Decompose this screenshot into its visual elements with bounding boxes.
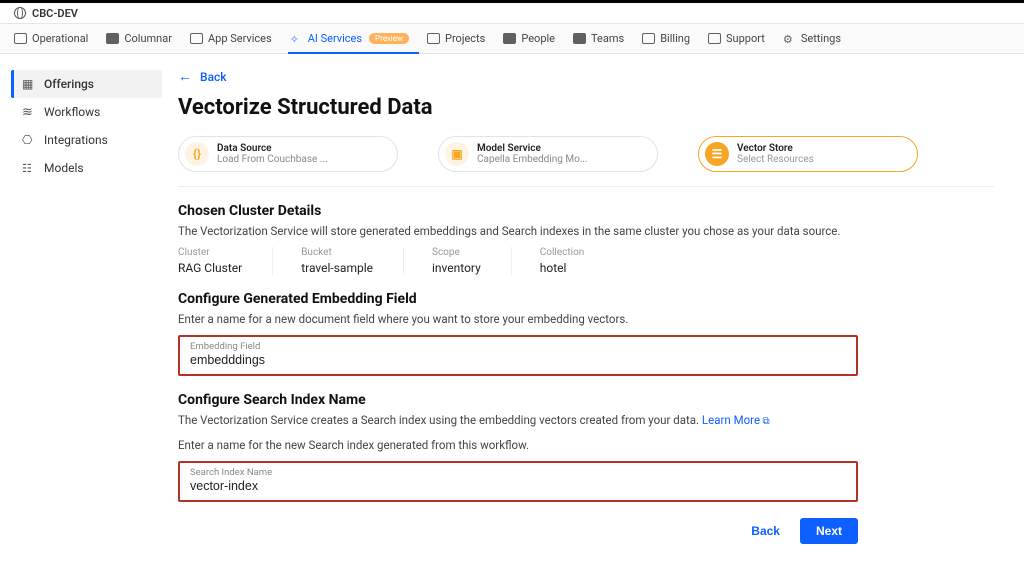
nav-billing[interactable]: Billing — [642, 24, 690, 53]
cluster-value: inventory — [432, 261, 481, 275]
search-index-input[interactable] — [190, 479, 846, 493]
sidebar-item-label: Workflows — [44, 105, 100, 119]
nav-label: App Services — [208, 32, 272, 45]
sidebar-item-label: Models — [44, 161, 84, 175]
cluster-cell: Scope inventory — [432, 247, 512, 275]
sidebar-item-label: Offerings — [44, 77, 94, 91]
cluster-details-section: Chosen Cluster Details The Vectorization… — [178, 203, 994, 275]
grid-icon — [22, 77, 36, 91]
sidebar-item-models[interactable]: Models — [14, 154, 162, 182]
sidebar-item-label: Integrations — [44, 133, 108, 147]
nav-support[interactable]: Support — [708, 24, 765, 53]
cluster-label: Bucket — [301, 247, 373, 258]
cluster-label: Collection — [540, 247, 585, 258]
sidebar-item-integrations[interactable]: Integrations — [14, 126, 162, 154]
step-model-service[interactable]: ▣ Model Service Capella Embedding Mo... — [438, 136, 658, 172]
nav-ai-services[interactable]: ✧ AI Services Preview — [290, 24, 409, 53]
app-services-icon — [190, 33, 203, 44]
section-heading: Configure Search Index Name — [178, 392, 994, 408]
database-icon: ☰ — [705, 142, 729, 166]
nav-columnar[interactable]: Columnar — [106, 24, 172, 53]
step-sub: Load From Couchbase ... — [217, 154, 328, 166]
gear-icon: ⚙ — [783, 33, 796, 44]
next-button[interactable]: Next — [800, 518, 858, 544]
back-link[interactable]: ← Back — [178, 68, 227, 85]
sidebar-item-offerings[interactable]: Offerings — [11, 70, 162, 98]
section-desc: Enter a name for a new document field wh… — [178, 311, 994, 327]
nav-people[interactable]: People — [503, 24, 555, 53]
step-title: Model Service — [477, 143, 588, 155]
step-sub: Capella Embedding Mo... — [477, 154, 588, 166]
brand-name: CBC-DEV — [32, 7, 78, 20]
field-label: Search Index Name — [190, 467, 846, 478]
workflows-icon — [22, 105, 36, 119]
nav-label: Support — [726, 32, 765, 45]
search-index-field-box[interactable]: Search Index Name — [178, 461, 858, 502]
arrow-left-icon: ← — [178, 68, 192, 85]
cluster-value: hotel — [540, 261, 585, 275]
operational-icon — [14, 33, 27, 44]
braces-icon: {} — [185, 142, 209, 166]
chip-icon: ▣ — [445, 142, 469, 166]
step-sub: Select Resources — [737, 154, 814, 166]
desc-text: The Vectorization Service creates a Sear… — [178, 413, 699, 427]
columnar-icon — [106, 33, 119, 44]
cluster-label: Cluster — [178, 247, 242, 258]
top-nav: Operational Columnar App Services ✧ AI S… — [0, 24, 1024, 54]
nav-label: Teams — [591, 32, 624, 45]
page-title: Vectorize Structured Data — [178, 95, 994, 120]
cluster-cell: Cluster RAG Cluster — [178, 247, 273, 275]
back-label: Back — [200, 70, 227, 84]
people-icon — [503, 33, 516, 44]
search-index-section: Configure Search Index Name The Vectoriz… — [178, 392, 994, 502]
cluster-cell: Collection hotel — [540, 247, 615, 275]
preview-badge: Preview — [369, 33, 409, 44]
back-button[interactable]: Back — [741, 518, 790, 544]
globe-icon — [14, 7, 26, 19]
learn-more-link[interactable]: Learn More — [702, 413, 770, 427]
teams-icon — [573, 33, 586, 44]
brand-bar: CBC-DEV — [0, 0, 1024, 24]
integrations-icon — [22, 133, 36, 147]
nav-label: People — [521, 32, 555, 45]
sidebar: Offerings Workflows Integrations Models — [0, 54, 168, 564]
section-heading: Chosen Cluster Details — [178, 203, 994, 219]
embedding-field-input[interactable] — [190, 353, 846, 367]
section-desc: The Vectorization Service creates a Sear… — [178, 412, 994, 429]
nav-operational[interactable]: Operational — [14, 24, 88, 53]
nav-projects[interactable]: Projects — [427, 24, 485, 53]
nav-settings[interactable]: ⚙ Settings — [783, 24, 841, 53]
models-icon — [22, 161, 36, 175]
footer-buttons: Back Next — [178, 518, 858, 544]
section-desc: Enter a name for the new Search index ge… — [178, 437, 994, 453]
projects-icon — [427, 33, 440, 44]
cluster-cell: Bucket travel-sample — [301, 247, 404, 275]
nav-label: Settings — [801, 32, 841, 45]
section-heading: Configure Generated Embedding Field — [178, 291, 994, 307]
nav-label: Billing — [660, 32, 690, 45]
nav-app-services[interactable]: App Services — [190, 24, 272, 53]
field-label: Embedding Field — [190, 341, 846, 352]
embedding-field-box[interactable]: Embedding Field — [178, 335, 858, 376]
billing-icon — [642, 33, 655, 44]
sidebar-item-workflows[interactable]: Workflows — [14, 98, 162, 126]
cluster-value: travel-sample — [301, 261, 373, 275]
nav-label: Columnar — [124, 32, 172, 45]
cluster-row: Cluster RAG Cluster Bucket travel-sample… — [178, 247, 994, 275]
nav-label: AI Services — [308, 32, 362, 45]
nav-label: Projects — [445, 32, 485, 45]
wizard-steps: {} Data Source Load From Couchbase ... ▣… — [178, 134, 994, 187]
step-vector-store[interactable]: ☰ Vector Store Select Resources — [698, 136, 918, 172]
cluster-value: RAG Cluster — [178, 261, 242, 275]
content-area: ← Back Vectorize Structured Data {} Data… — [168, 54, 1024, 564]
nav-label: Operational — [32, 32, 88, 45]
section-desc: The Vectorization Service will store gen… — [178, 223, 994, 239]
step-data-source[interactable]: {} Data Source Load From Couchbase ... — [178, 136, 398, 172]
embedding-field-section: Configure Generated Embedding Field Ente… — [178, 291, 994, 376]
step-title: Vector Store — [737, 143, 814, 155]
support-icon — [708, 33, 721, 44]
nav-teams[interactable]: Teams — [573, 24, 624, 53]
cluster-label: Scope — [432, 247, 481, 258]
step-title: Data Source — [217, 143, 328, 155]
